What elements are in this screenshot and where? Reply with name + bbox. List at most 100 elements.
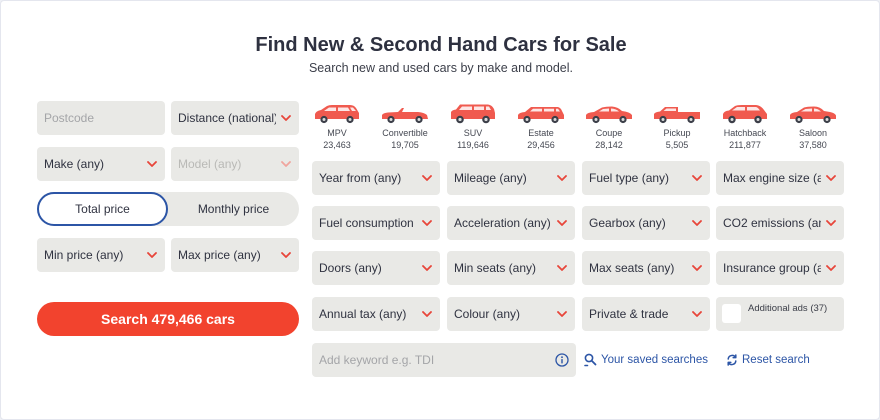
- distance-select[interactable]: Distance (national): [171, 101, 299, 135]
- mileage-select[interactable]: Mileage (any): [447, 161, 575, 195]
- body-type-convertible[interactable]: Convertible 19,705: [373, 103, 437, 150]
- chevron-down-icon: [146, 158, 158, 170]
- body-type-name: Convertible: [382, 128, 428, 138]
- pickup-car-icon: [654, 107, 700, 124]
- doors-select[interactable]: Doors (any): [312, 251, 440, 285]
- make-select[interactable]: Make (any): [37, 147, 165, 181]
- postcode-placeholder: Postcode: [44, 111, 95, 125]
- model-select[interactable]: Model (any): [171, 147, 299, 181]
- max-seats-select[interactable]: Max seats (any): [582, 251, 710, 285]
- body-type-pickup[interactable]: Pickup 5,505: [645, 103, 709, 150]
- fuel-consumption-select[interactable]: Fuel consumption (c: [312, 206, 440, 240]
- estate-car-icon: [518, 107, 564, 124]
- reset-search-link[interactable]: Reset search: [726, 351, 810, 369]
- model-value: Model (any): [178, 157, 242, 171]
- body-type-coupe[interactable]: Coupe 28,142: [577, 103, 641, 150]
- additional-ads-checkbox[interactable]: [722, 304, 741, 323]
- colour-value: Colour (any): [454, 307, 521, 321]
- body-type-saloon[interactable]: Saloon 37,580: [781, 103, 845, 150]
- chevron-down-icon: [556, 217, 568, 229]
- body-type-hatchback[interactable]: Hatchback 211,877: [713, 103, 777, 150]
- monthly-price-option[interactable]: Monthly price: [168, 192, 299, 226]
- min-price-select[interactable]: Min price (any): [37, 238, 165, 272]
- max-seats-value: Max seats (any): [589, 261, 675, 275]
- chevron-down-icon: [825, 172, 837, 184]
- max-price-value: Max price (any): [178, 248, 261, 262]
- fuel-type-value: Fuel type (any): [589, 171, 670, 185]
- chevron-down-icon: [280, 158, 292, 170]
- chevron-down-icon: [280, 112, 292, 124]
- reset-search-label: Reset search: [742, 354, 810, 366]
- search-cars-button[interactable]: Search 479,466 cars: [37, 302, 299, 336]
- body-type-name: Saloon: [798, 128, 828, 138]
- search-panel: Find New & Second Hand Cars for Sale Sea…: [0, 0, 880, 420]
- min-seats-select[interactable]: Min seats (any): [447, 251, 575, 285]
- info-icon[interactable]: [555, 353, 569, 367]
- gearbox-value: Gearbox (any): [589, 216, 666, 230]
- chevron-down-icon: [556, 172, 568, 184]
- annual-tax-select[interactable]: Annual tax (any): [312, 297, 440, 331]
- body-type-mpv[interactable]: MPV 23,463: [305, 103, 369, 150]
- body-type-count: 28,142: [595, 140, 623, 150]
- chevron-down-icon: [691, 217, 703, 229]
- body-type-name: Pickup: [663, 128, 691, 138]
- body-type-count: 23,463: [323, 140, 351, 150]
- body-type-suv[interactable]: SUV 119,646: [441, 103, 505, 150]
- body-type-name: SUV: [463, 128, 483, 138]
- page-title: Find New & Second Hand Cars for Sale: [255, 34, 627, 56]
- min-seats-value: Min seats (any): [454, 261, 537, 275]
- body-type-name: Hatchback: [723, 128, 767, 138]
- chevron-down-icon: [825, 217, 837, 229]
- seller-type-value: Private & trade: [589, 307, 669, 321]
- max-engine-size-value: Max engine size (an: [723, 171, 821, 185]
- make-value: Make (any): [44, 157, 105, 171]
- page-subtitle: Search new and used cars by make and mod…: [308, 61, 574, 75]
- saved-search-icon: [584, 353, 597, 367]
- suv-car-icon: [451, 104, 495, 124]
- price-type-toggle: Total price Monthly price: [37, 192, 299, 226]
- body-type-estate[interactable]: Estate 29,456: [509, 103, 573, 150]
- mileage-value: Mileage (any): [454, 171, 527, 185]
- co2-emissions-select[interactable]: CO2 emissions (any: [716, 206, 844, 240]
- saloon-car-icon: [790, 106, 836, 124]
- coupe-car-icon: [586, 106, 632, 124]
- insurance-group-value: Insurance group (ar: [723, 261, 821, 275]
- saved-searches-label: Your saved searches: [601, 354, 708, 366]
- keyword-placeholder: Add keyword e.g. TDI: [319, 353, 435, 367]
- chevron-down-icon: [421, 217, 433, 229]
- chevron-down-icon: [280, 249, 292, 261]
- body-type-count: 119,646: [457, 140, 489, 150]
- chevron-down-icon: [556, 308, 568, 320]
- additional-ads-label: Additional ads (37): [748, 303, 828, 314]
- acceleration-value: Acceleration (any): [454, 216, 551, 230]
- doors-value: Doors (any): [319, 261, 382, 275]
- chevron-down-icon: [825, 262, 837, 274]
- body-type-name: Estate: [528, 128, 554, 138]
- body-type-count: 37,580: [799, 140, 827, 150]
- annual-tax-value: Annual tax (any): [319, 307, 407, 321]
- max-price-select[interactable]: Max price (any): [171, 238, 299, 272]
- hatchback-car-icon: [723, 105, 767, 124]
- colour-select[interactable]: Colour (any): [447, 297, 575, 331]
- insurance-group-select[interactable]: Insurance group (ar: [716, 251, 844, 285]
- year-from-value: Year from (any): [319, 171, 402, 185]
- postcode-input[interactable]: Postcode: [37, 101, 165, 135]
- convertible-car-icon: [382, 108, 428, 124]
- chevron-down-icon: [691, 262, 703, 274]
- body-type-count: 29,456: [527, 140, 555, 150]
- seller-type-select[interactable]: Private & trade: [582, 297, 710, 331]
- max-engine-size-select[interactable]: Max engine size (an: [716, 161, 844, 195]
- body-type-count: 5,505: [665, 140, 689, 150]
- fuel-type-select[interactable]: Fuel type (any): [582, 161, 710, 195]
- year-from-select[interactable]: Year from (any): [312, 161, 440, 195]
- mpv-car-icon: [315, 105, 359, 124]
- chevron-down-icon: [556, 262, 568, 274]
- acceleration-select[interactable]: Acceleration (any): [447, 206, 575, 240]
- saved-searches-link[interactable]: Your saved searches: [584, 351, 708, 369]
- co2-emissions-value: CO2 emissions (any: [723, 216, 821, 230]
- chevron-down-icon: [691, 308, 703, 320]
- keyword-input[interactable]: Add keyword e.g. TDI: [312, 343, 576, 377]
- total-price-option[interactable]: Total price: [37, 192, 168, 226]
- body-type-count: 19,705: [391, 140, 419, 150]
- gearbox-select[interactable]: Gearbox (any): [582, 206, 710, 240]
